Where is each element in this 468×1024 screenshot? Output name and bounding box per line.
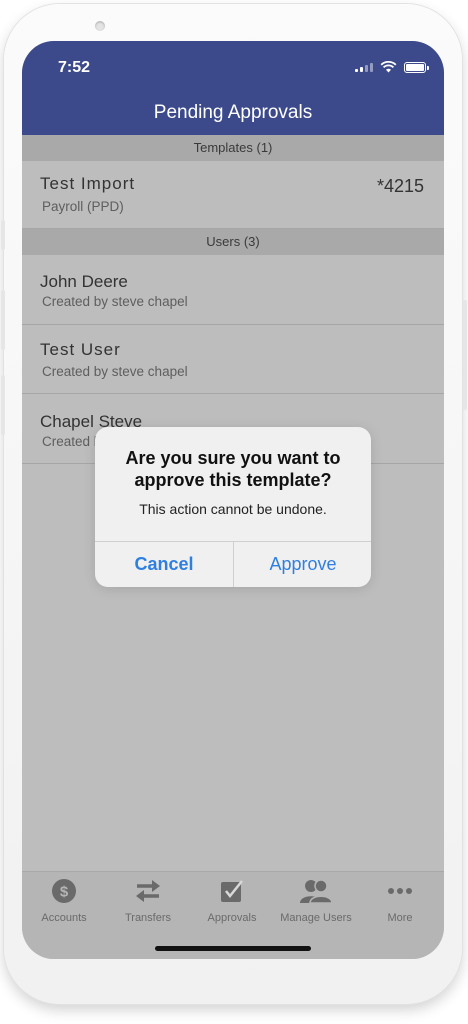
phone-screen: 7:52 Pending Approvals Templates (1) Tes… xyxy=(22,41,444,959)
battery-icon xyxy=(404,61,429,73)
confirm-dialog: Are you sure you want to approve this te… xyxy=(95,427,371,587)
template-account: *4215 xyxy=(376,176,424,196)
template-title: Test Import xyxy=(40,174,136,193)
side-button-volume-up xyxy=(1,290,5,350)
tab-more[interactable]: More xyxy=(358,878,442,924)
template-row[interactable]: Test Import Payroll (PPD) *4215 xyxy=(22,161,444,228)
ellipsis-icon xyxy=(388,888,412,894)
tab-approvals[interactable]: Approvals xyxy=(190,878,274,924)
side-button-silent xyxy=(1,220,5,250)
user-name: Test User xyxy=(40,340,121,359)
tab-label: Manage Users xyxy=(280,912,352,924)
page-title: Pending Approvals xyxy=(153,102,313,123)
section-header-users: Users (3) xyxy=(22,229,444,255)
side-button-volume-down xyxy=(1,375,5,435)
svg-text:$: $ xyxy=(60,884,69,901)
users-icon xyxy=(300,879,333,904)
tab-bar: $ Accounts Transfers Approvals Manage Us… xyxy=(22,871,444,959)
cellular-signal-icon xyxy=(355,62,373,72)
user-row-test-user[interactable]: Test User Created by steve chapel xyxy=(22,325,444,393)
tab-label: More xyxy=(387,912,413,924)
status-icons xyxy=(355,61,429,73)
front-camera xyxy=(95,21,105,31)
user-row-john-deere[interactable]: John Deere Created by steve chapel xyxy=(22,255,444,324)
status-time: 7:52 xyxy=(58,59,91,76)
dollar-circle-icon: $ xyxy=(52,879,76,903)
template-subtitle: Payroll (PPD) xyxy=(42,199,124,214)
user-name: John Deere xyxy=(40,272,128,291)
side-button-power xyxy=(463,300,467,410)
user-subtitle: Created by steve chapel xyxy=(42,364,188,379)
home-indicator[interactable] xyxy=(155,946,311,951)
section-header-templates: Templates (1) xyxy=(22,135,444,161)
approve-button[interactable]: Approve xyxy=(234,542,371,587)
user-subtitle: Created by steve chapel xyxy=(42,294,188,309)
cancel-button[interactable]: Cancel xyxy=(95,542,233,587)
tab-label: Transfers xyxy=(124,912,172,924)
tab-label: Approvals xyxy=(207,912,257,924)
dialog-title: Are you sure you want to approve this te… xyxy=(125,448,341,490)
transfer-arrows-icon xyxy=(136,880,160,902)
tab-accounts[interactable]: $ Accounts xyxy=(22,878,106,924)
tab-manage-users[interactable]: Manage Users xyxy=(274,878,358,924)
dialog-message: This action cannot be undone. xyxy=(139,501,327,517)
tab-label: Accounts xyxy=(41,912,87,924)
tab-transfers[interactable]: Transfers xyxy=(106,878,190,924)
wifi-icon xyxy=(380,61,397,73)
checkbox-icon xyxy=(221,880,243,902)
nav-header: 7:52 Pending Approvals xyxy=(22,41,444,135)
